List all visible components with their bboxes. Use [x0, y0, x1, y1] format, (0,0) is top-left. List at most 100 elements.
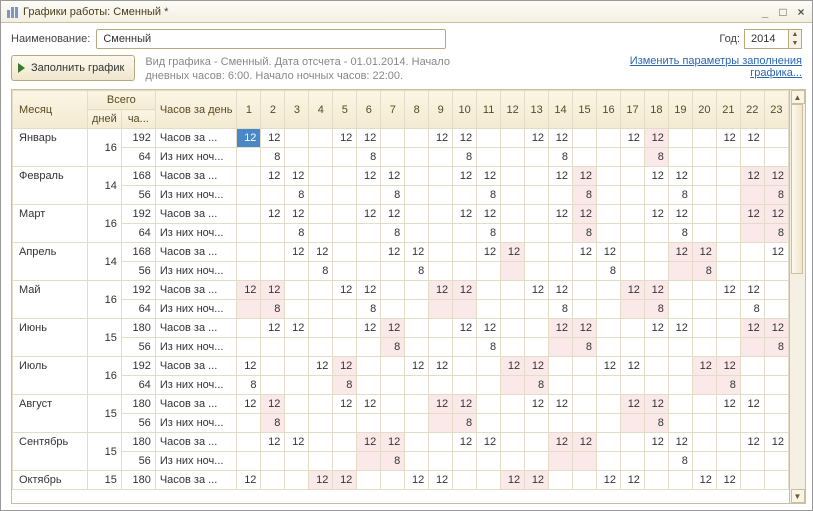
table-row[interactable]: Июнь15180Часов за ...1212121212121212121… — [13, 319, 789, 338]
day-cell[interactable]: 12 — [764, 167, 788, 186]
change-params-link[interactable]: Изменить параметры заполнения графика... — [630, 55, 802, 79]
day-cell[interactable] — [333, 452, 357, 471]
day-cell[interactable] — [525, 452, 549, 471]
header-day-14[interactable]: 14 — [549, 91, 573, 129]
day-cell[interactable]: 12 — [549, 129, 573, 148]
day-cell[interactable] — [668, 395, 692, 414]
day-cell[interactable]: 12 — [716, 281, 740, 300]
header-day-10[interactable]: 10 — [453, 91, 477, 129]
vertical-scrollbar[interactable]: ▲ ▼ — [789, 90, 805, 503]
day-cell[interactable] — [692, 433, 716, 452]
day-cell[interactable] — [525, 167, 549, 186]
day-cell[interactable] — [333, 205, 357, 224]
day-cell[interactable] — [501, 167, 525, 186]
day-cell[interactable] — [549, 243, 573, 262]
day-cell[interactable]: 12 — [644, 433, 668, 452]
day-cell[interactable]: 12 — [405, 357, 429, 376]
day-cell[interactable] — [573, 395, 597, 414]
day-cell[interactable]: 12 — [237, 395, 261, 414]
day-cell[interactable] — [692, 338, 716, 357]
day-cell[interactable] — [477, 452, 501, 471]
maximize-button[interactable]: □ — [776, 5, 790, 19]
header-day-21[interactable]: 21 — [716, 91, 740, 129]
day-cell[interactable] — [573, 148, 597, 167]
day-cell[interactable] — [764, 471, 788, 490]
day-cell[interactable] — [573, 300, 597, 319]
day-cell[interactable] — [597, 452, 621, 471]
day-cell[interactable] — [285, 338, 309, 357]
day-cell[interactable] — [740, 471, 764, 490]
day-cell[interactable] — [381, 281, 405, 300]
day-cell[interactable] — [620, 452, 644, 471]
minimize-button[interactable]: _ — [758, 5, 772, 19]
day-cell[interactable] — [381, 376, 405, 395]
day-cell[interactable]: 12 — [620, 395, 644, 414]
day-cell[interactable] — [333, 300, 357, 319]
day-cell[interactable]: 12 — [477, 243, 501, 262]
day-cell[interactable] — [405, 338, 429, 357]
day-cell[interactable] — [620, 224, 644, 243]
day-cell[interactable] — [429, 414, 453, 433]
day-cell[interactable] — [668, 357, 692, 376]
day-cell[interactable] — [261, 471, 285, 490]
day-cell[interactable]: 12 — [549, 319, 573, 338]
day-cell[interactable] — [501, 186, 525, 205]
day-cell[interactable]: 12 — [357, 395, 381, 414]
day-cell[interactable] — [357, 471, 381, 490]
day-cell[interactable] — [501, 452, 525, 471]
day-cell[interactable] — [597, 148, 621, 167]
day-cell[interactable]: 12 — [381, 319, 405, 338]
day-cell[interactable] — [405, 205, 429, 224]
day-cell[interactable] — [501, 376, 525, 395]
day-cell[interactable] — [740, 148, 764, 167]
day-cell[interactable] — [764, 300, 788, 319]
table-row[interactable]: 64Из них ноч...8888 — [13, 376, 789, 395]
day-cell[interactable] — [237, 433, 261, 452]
day-cell[interactable] — [333, 167, 357, 186]
day-cell[interactable]: 12 — [644, 395, 668, 414]
day-cell[interactable]: 12 — [261, 205, 285, 224]
day-cell[interactable]: 8 — [644, 148, 668, 167]
day-cell[interactable]: 8 — [597, 262, 621, 281]
day-cell[interactable] — [261, 357, 285, 376]
header-day-5[interactable]: 5 — [333, 91, 357, 129]
day-cell[interactable] — [237, 243, 261, 262]
day-cell[interactable]: 8 — [309, 262, 333, 281]
day-cell[interactable] — [597, 224, 621, 243]
day-cell[interactable] — [764, 452, 788, 471]
day-cell[interactable]: 8 — [764, 338, 788, 357]
day-cell[interactable] — [549, 262, 573, 281]
day-cell[interactable]: 12 — [668, 167, 692, 186]
spinner-down-icon[interactable]: ▼ — [789, 39, 801, 48]
day-cell[interactable]: 12 — [453, 395, 477, 414]
day-cell[interactable] — [740, 452, 764, 471]
day-cell[interactable] — [740, 186, 764, 205]
day-cell[interactable]: 12 — [740, 395, 764, 414]
day-cell[interactable]: 12 — [237, 357, 261, 376]
day-cell[interactable] — [333, 224, 357, 243]
day-cell[interactable] — [764, 395, 788, 414]
day-cell[interactable] — [405, 376, 429, 395]
day-cell[interactable] — [764, 376, 788, 395]
close-button[interactable]: × — [794, 5, 808, 19]
day-cell[interactable]: 12 — [261, 319, 285, 338]
day-cell[interactable]: 12 — [429, 357, 453, 376]
day-cell[interactable] — [549, 338, 573, 357]
day-cell[interactable] — [405, 224, 429, 243]
table-row[interactable]: Январь16192Часов за ...12121212121212121… — [13, 129, 789, 148]
day-cell[interactable] — [668, 262, 692, 281]
day-cell[interactable] — [620, 319, 644, 338]
day-cell[interactable] — [597, 281, 621, 300]
day-cell[interactable]: 12 — [381, 243, 405, 262]
spinner-up-icon[interactable]: ▲ — [789, 30, 801, 39]
day-cell[interactable]: 8 — [764, 224, 788, 243]
day-cell[interactable] — [453, 224, 477, 243]
day-cell[interactable] — [333, 414, 357, 433]
day-cell[interactable] — [501, 300, 525, 319]
day-cell[interactable]: 12 — [381, 433, 405, 452]
day-cell[interactable] — [597, 338, 621, 357]
header-day-13[interactable]: 13 — [525, 91, 549, 129]
day-cell[interactable] — [525, 414, 549, 433]
day-cell[interactable] — [620, 376, 644, 395]
day-cell[interactable] — [620, 414, 644, 433]
